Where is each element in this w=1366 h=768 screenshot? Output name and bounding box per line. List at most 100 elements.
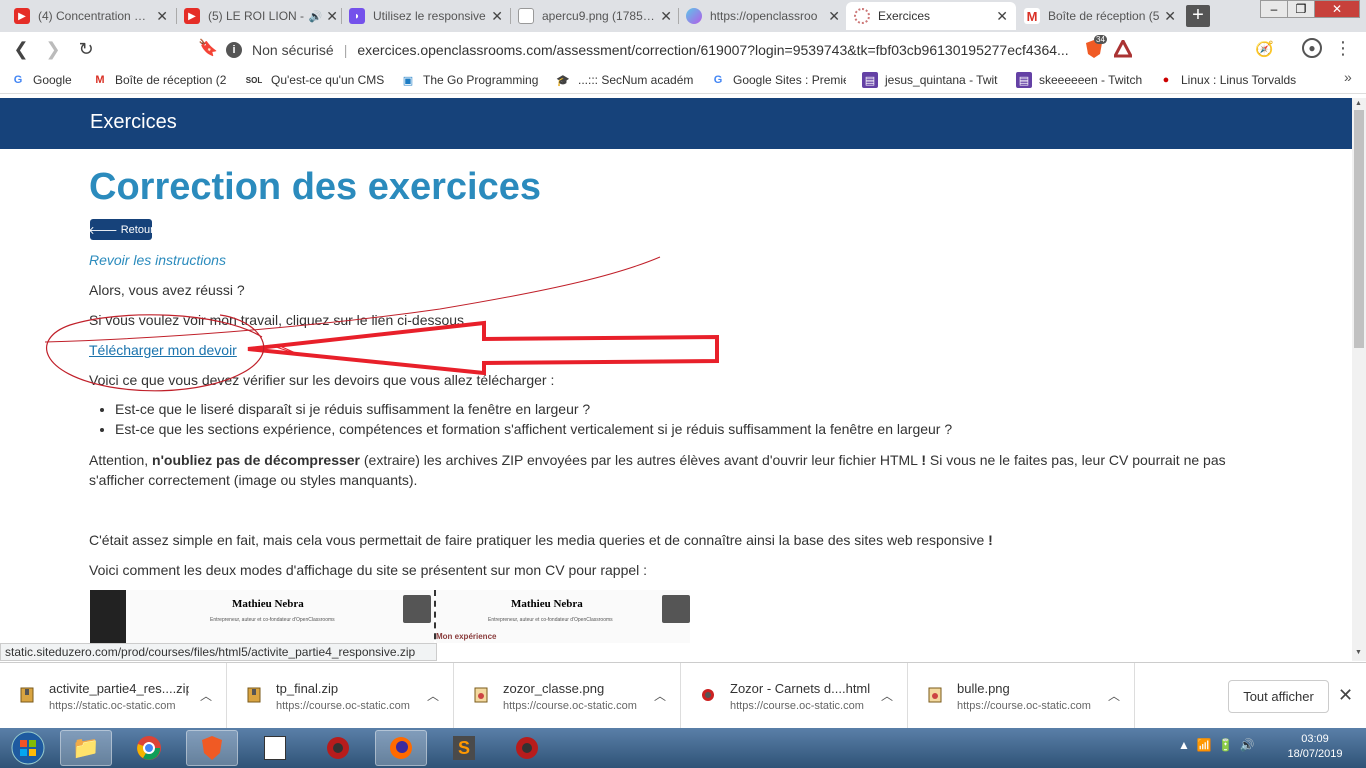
red-arrow-shape bbox=[247, 320, 719, 376]
bookmark-gmail[interactable]: M Boîte de réception (2 bbox=[92, 70, 227, 90]
profile-icon[interactable]: ● bbox=[1302, 38, 1322, 58]
back-icon[interactable]: ❮ bbox=[10, 38, 32, 60]
chrome-icon bbox=[137, 736, 161, 760]
minimize-button[interactable]: ‒ bbox=[1260, 0, 1288, 18]
link-status-bubble: static.siteduzero.com/prod/courses/files… bbox=[0, 643, 437, 661]
sol-icon: SOL bbox=[245, 75, 263, 85]
taskbar-app-red-2[interactable] bbox=[501, 730, 553, 766]
download-filename: zozor_classe.png bbox=[503, 681, 605, 696]
close-window-button[interactable]: ✕ bbox=[1314, 0, 1360, 18]
close-icon[interactable]: ✕ bbox=[996, 8, 1008, 25]
download-filename: tp_final.zip bbox=[276, 681, 339, 696]
close-icon[interactable]: ✕ bbox=[1164, 8, 1176, 25]
chevron-up-icon[interactable]: ︿ bbox=[881, 687, 893, 704]
download-source: https://course.oc-static.com bbox=[276, 700, 410, 712]
bookmark-icon[interactable]: 🔖 bbox=[197, 38, 219, 60]
download-filename: bulle.png bbox=[957, 681, 1010, 696]
download-source: https://static.oc-static.com bbox=[49, 700, 176, 712]
download-item[interactable]: zozor_classe.png https://course.oc-stati… bbox=[454, 663, 681, 729]
forward-icon[interactable]: ❯ bbox=[42, 38, 64, 60]
page-scrollbar[interactable]: ▲ ▼ bbox=[1352, 98, 1366, 661]
bookmark-cms[interactable]: SOL Qu'est-ce qu'un CMS bbox=[244, 70, 384, 90]
extension-icon[interactable]: 🧭 bbox=[1255, 40, 1274, 58]
linux-icon: ● bbox=[1162, 74, 1170, 86]
download-item[interactable]: bulle.png https://course.oc-static.com ︿ bbox=[908, 663, 1135, 729]
image-icon bbox=[928, 687, 942, 703]
bookmark-label: Boîte de réception (2 bbox=[115, 73, 227, 87]
taskbar-sublime[interactable]: S bbox=[438, 730, 490, 766]
system-tray[interactable]: ▲ 📶 🔋 🔊 bbox=[1178, 738, 1255, 752]
tab-5[interactable]: https://openclassroo ✕ bbox=[678, 2, 848, 30]
bookmark-twitch-skeeeeeen[interactable]: ▤ skeeeeeen - Twitch bbox=[1016, 70, 1142, 90]
taskbar-brave[interactable] bbox=[186, 730, 238, 766]
tab-3[interactable]: ◗ Utilisez le responsive ✕ bbox=[341, 2, 511, 30]
tab-2[interactable]: ▶ (5) LE ROI LION - 🔊 ✕ bbox=[176, 2, 346, 30]
close-icon[interactable]: ✕ bbox=[1338, 685, 1353, 706]
bookmark-label: Qu'est-ce qu'un CMS bbox=[271, 73, 384, 87]
show-all-downloads-button[interactable]: Tout afficher bbox=[1228, 680, 1329, 713]
site-header-title[interactable]: Exercices bbox=[90, 111, 177, 134]
tab-title: Exercices bbox=[878, 9, 931, 23]
chevron-up-icon[interactable]: ︿ bbox=[200, 687, 212, 704]
menu-icon[interactable]: ⋮ bbox=[1334, 38, 1352, 59]
taskbar-firefox[interactable] bbox=[375, 730, 427, 766]
tab-7[interactable]: M Boîte de réception (5 ✕ bbox=[1016, 2, 1184, 30]
start-button[interactable] bbox=[4, 729, 52, 767]
html-icon bbox=[702, 689, 714, 701]
taskbar-clock[interactable]: 03:09 18/07/2019 bbox=[1270, 732, 1360, 762]
bookmark-go[interactable]: ▣ The Go Programming bbox=[400, 70, 538, 90]
speaker-icon[interactable]: 🔊 bbox=[309, 10, 323, 23]
new-tab-button[interactable]: + bbox=[1186, 5, 1210, 27]
scroll-down-icon[interactable]: ▼ bbox=[1355, 649, 1362, 656]
close-icon[interactable]: ✕ bbox=[491, 8, 503, 25]
scrollbar-thumb[interactable] bbox=[1354, 110, 1364, 348]
maximize-button[interactable]: ❐ bbox=[1287, 0, 1315, 18]
download-item[interactable]: activite_partie4_res....zip https://stat… bbox=[0, 663, 227, 729]
tab-title: apercu9.png (1785×5 bbox=[542, 9, 657, 23]
tab-title: (4) Concentration Pro bbox=[38, 9, 153, 23]
tab-1[interactable]: ▶ (4) Concentration Pro ✕ bbox=[6, 2, 176, 30]
zip-icon bbox=[20, 687, 34, 703]
bookmark-label: jesus_quintana - Twit bbox=[885, 73, 998, 87]
firefox-icon bbox=[390, 737, 412, 759]
download-item[interactable]: tp_final.zip https://course.oc-static.co… bbox=[227, 663, 454, 729]
tab-6-active[interactable]: Exercices ✕ bbox=[846, 2, 1016, 30]
bookmark-linux[interactable]: ● Linux : Linus Torvalds bbox=[1158, 70, 1298, 90]
reload-icon[interactable]: ↻ bbox=[75, 38, 97, 60]
zip-icon bbox=[247, 687, 261, 703]
download-item[interactable]: Zozor - Carnets d....html https://course… bbox=[681, 663, 908, 729]
gmail-icon: M bbox=[95, 74, 105, 86]
bookmark-twitch-jesus[interactable]: ▤ jesus_quintana - Twit bbox=[862, 70, 1000, 90]
tab-4[interactable]: apercu9.png (1785×5 ✕ bbox=[510, 2, 680, 30]
chevron-up-icon[interactable]: ︿ bbox=[1108, 687, 1120, 704]
taskbar-app-red[interactable] bbox=[312, 730, 364, 766]
taskbar-notepad[interactable] bbox=[249, 730, 301, 766]
bookmark-secnum[interactable]: 🎓 ...::: SecNum académ bbox=[555, 70, 695, 90]
url-text: exercices.openclassrooms.com/assessment/… bbox=[357, 41, 1069, 58]
brave-rewards-icon[interactable] bbox=[1112, 37, 1134, 63]
address-bar[interactable]: i Non sécurisé | exercices.openclassroom… bbox=[226, 38, 1140, 61]
site-header: Exercices bbox=[0, 98, 1352, 149]
bookmark-google-sites[interactable]: G Google Sites : Premie bbox=[710, 70, 846, 90]
bookmark-google[interactable]: G Google bbox=[10, 70, 72, 90]
close-icon[interactable]: ✕ bbox=[660, 8, 672, 25]
more-bookmarks-icon[interactable]: » bbox=[1344, 69, 1352, 85]
close-icon[interactable]: ✕ bbox=[156, 8, 168, 25]
google-icon: G bbox=[713, 74, 723, 86]
browser-toolbar: ❮ ❯ ↻ 🔖 i Non sécurisé | exercices.openc… bbox=[0, 32, 1366, 66]
close-icon[interactable]: ✕ bbox=[326, 8, 338, 25]
chevron-up-icon[interactable]: ︿ bbox=[427, 687, 439, 704]
close-icon[interactable]: ✕ bbox=[828, 8, 840, 25]
chevron-up-icon[interactable]: ︿ bbox=[654, 687, 666, 704]
brave-icon bbox=[202, 736, 222, 760]
download-filename: activite_partie4_res....zip bbox=[49, 681, 189, 696]
bookmark-label: Linux : Linus Torvalds bbox=[1181, 73, 1297, 87]
clock-time: 03:09 bbox=[1301, 733, 1329, 745]
notepad-icon bbox=[264, 736, 286, 760]
taskbar-explorer[interactable]: 📁 bbox=[60, 730, 112, 766]
download-source: https://course.oc-static.com bbox=[503, 700, 637, 712]
tab-title: Boîte de réception (5 bbox=[1048, 9, 1160, 23]
taskbar-chrome[interactable] bbox=[123, 730, 175, 766]
brave-shield-icon[interactable]: 34 bbox=[1084, 35, 1107, 59]
scroll-up-icon[interactable]: ▲ bbox=[1355, 100, 1362, 107]
